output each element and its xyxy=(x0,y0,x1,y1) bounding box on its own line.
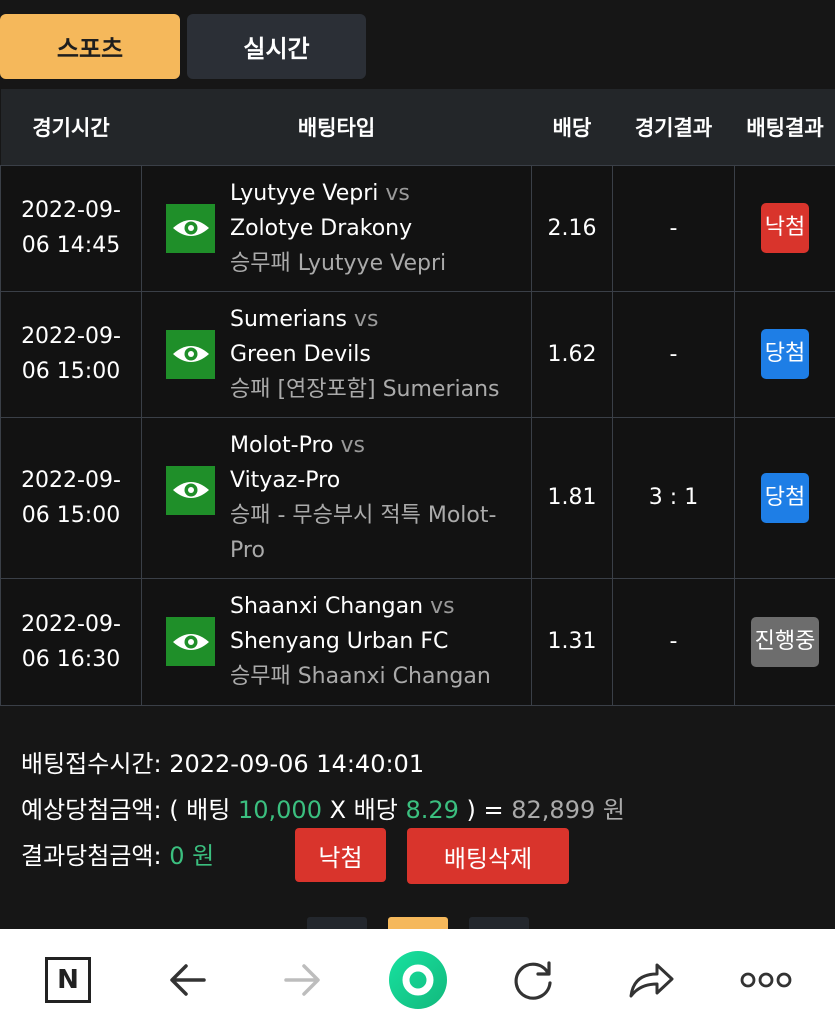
stake-amount: 10,000 xyxy=(237,796,322,824)
away-team: Zolotye Drakony xyxy=(230,215,413,241)
table-row: 2022-09- 06 14:45 Lyutyye Vepri vs Zoloty… xyxy=(0,164,835,292)
back-arrow-icon[interactable] xyxy=(153,929,223,1030)
page-button-current[interactable] xyxy=(388,917,448,929)
naver-n-glyph: N xyxy=(45,956,91,1003)
home-team: Shaanxi Changan xyxy=(230,594,424,619)
home-team: Molot-Pro xyxy=(230,432,334,458)
naver-n-icon[interactable]: N xyxy=(33,929,103,1030)
odds-cell: 1.62 xyxy=(531,290,613,418)
market-label: 승패 [연장포함] Sumerians xyxy=(230,376,500,402)
home-team: Sumerians xyxy=(230,306,347,332)
status-badge-win: 당첨 xyxy=(760,472,810,523)
match-time-cell: 2022-09- 06 14:45 xyxy=(0,164,142,292)
table-row: 2022-09- 06 16:30 Shaanxi Changan vs Shen… xyxy=(0,577,835,706)
table-header: 경기시간 배팅타입 배당 경기결과 배팅결과 xyxy=(0,89,835,165)
match-date: 2022-09- xyxy=(21,611,121,637)
away-team: Green Devils xyxy=(230,341,371,367)
market-label: 승무패 Lyutyye Vepri xyxy=(230,250,447,276)
eye-icon[interactable] xyxy=(166,465,215,515)
market-label: 승패 - 무승부시 적특 Molot- xyxy=(230,502,497,528)
eye-icon[interactable] xyxy=(166,203,215,253)
expected-payout-value: 82,899 원 xyxy=(511,796,625,824)
bet-history-table: 경기시간 배팅타입 배당 경기결과 배팅결과 2022-09- 06 14:45 … xyxy=(0,89,835,706)
header-time: 경기시간 xyxy=(32,115,110,140)
bet-result-cell: 낙첨 xyxy=(734,164,835,292)
match-time-cell: 2022-09- 06 16:30 xyxy=(0,577,142,706)
odds-cell: 2.16 xyxy=(531,164,613,292)
match-time-cell: 2022-09- 06 15:00 xyxy=(0,290,142,418)
game-result-cell: - xyxy=(612,290,735,418)
match-time: 06 15:00 xyxy=(21,502,121,528)
share-icon[interactable] xyxy=(616,929,686,1030)
vs-label: vs xyxy=(385,180,410,206)
match-time: 06 14:45 xyxy=(21,233,121,258)
page-button-next[interactable] xyxy=(469,917,529,929)
received-time-value: 2022-09-06 14:40:01 xyxy=(169,750,425,778)
match-time-cell: 2022-09- 06 15:00 xyxy=(0,416,142,579)
page-button-prev[interactable] xyxy=(307,917,367,929)
tab-bar: 스포츠 실시간 xyxy=(0,14,835,80)
game-result-cell: - xyxy=(612,164,735,292)
bet-type-cell: Shaanxi Changan vs Shenyang Urban FC 승무패… xyxy=(141,577,532,706)
bet-result-cell: 당첨 xyxy=(734,290,835,418)
vs-label: vs xyxy=(353,306,379,332)
match-date: 2022-09- xyxy=(21,198,121,223)
more-dots-icon[interactable] xyxy=(731,929,801,1030)
status-badge-pending: 진행중 xyxy=(750,616,820,667)
delete-bet-button[interactable]: 배팅삭제 xyxy=(407,828,569,884)
eye-icon[interactable] xyxy=(166,329,215,379)
market-label: 승무패 Shaanxi Changan xyxy=(230,664,491,689)
bet-result-cell: 진행중 xyxy=(734,577,835,706)
header-bet-type: 배팅타입 xyxy=(297,115,376,140)
equals-label: ) = xyxy=(458,796,512,824)
match-time: 06 16:30 xyxy=(21,646,121,672)
header-game-result: 경기결과 xyxy=(634,115,713,140)
bet-result-cell: 당첨 xyxy=(734,416,835,579)
forward-arrow-icon[interactable] xyxy=(267,929,337,1030)
match-date: 2022-09- xyxy=(21,467,121,493)
away-team: Shenyang Urban FC xyxy=(230,629,449,654)
refresh-icon[interactable] xyxy=(499,929,569,1030)
game-result-cell: - xyxy=(612,577,735,706)
table-row: 2022-09- 06 15:00 Molot-Pro vs Vityaz-Pro… xyxy=(0,416,835,579)
total-odds: 8.29 xyxy=(405,796,459,824)
match-time: 06 15:00 xyxy=(21,359,121,384)
vs-label: vs xyxy=(340,432,365,458)
game-result-cell: 3 : 1 xyxy=(612,416,735,579)
status-badge-win: 당첨 xyxy=(760,329,810,379)
home-team: Lyutyye Vepri xyxy=(230,180,379,206)
x-odds-label: X 배당 xyxy=(321,796,406,824)
result-payout-value: 0 원 xyxy=(169,842,215,870)
market-label-cont: Pro xyxy=(230,537,265,563)
received-time-label: 배팅접수시간: xyxy=(21,750,170,778)
expected-label: 예상당첨금액: ( 배팅 xyxy=(21,796,238,824)
table-row: 2022-09- 06 15:00 Sumerians vs Green Devi… xyxy=(0,290,835,418)
result-label: 결과당첨금액: xyxy=(21,842,170,870)
status-badge-lose: 낙첨 xyxy=(760,203,810,253)
vs-label: vs xyxy=(430,594,455,619)
green-circle-home-icon[interactable] xyxy=(383,929,453,1030)
match-date: 2022-09- xyxy=(21,324,121,349)
away-team: Vityaz-Pro xyxy=(230,467,341,493)
browser-nav-bar: N xyxy=(0,929,835,1030)
result-lose-badge: 낙첨 xyxy=(295,828,386,882)
header-bet-result: 배팅결과 xyxy=(746,115,824,140)
tab-sports[interactable]: 스포츠 xyxy=(0,14,180,79)
odds-cell: 1.81 xyxy=(531,416,613,579)
tab-live[interactable]: 실시간 xyxy=(187,14,366,79)
odds-cell: 1.31 xyxy=(531,577,613,706)
expected-payout-line: 예상당첨금액: ( 배팅 10,000 X 배당 8.29 ) = 82,899… xyxy=(21,787,821,833)
bet-type-cell: Lyutyye Vepri vs Zolotye Drakony 승무패 Lyu… xyxy=(141,164,532,292)
eye-icon[interactable] xyxy=(166,617,215,666)
received-time-line: 배팅접수시간: 2022-09-06 14:40:01 xyxy=(21,741,821,787)
header-odds: 배당 xyxy=(552,115,592,140)
bet-type-cell: Molot-Pro vs Vityaz-Pro 승패 - 무승부시 적특 Mol… xyxy=(141,416,532,579)
bet-type-cell: Sumerians vs Green Devils 승패 [연장포함] Sume… xyxy=(141,290,532,418)
